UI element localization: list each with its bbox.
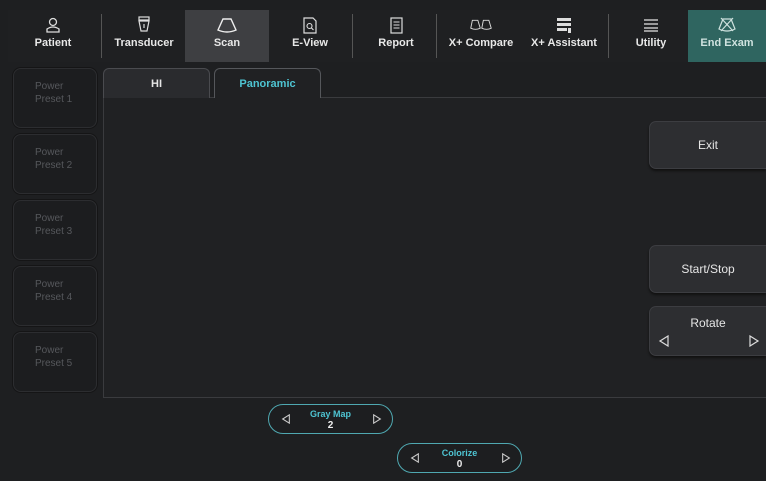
tab-label: Utility <box>635 37 667 49</box>
tab-label: E-View <box>292 37 328 49</box>
preset-line1: Power <box>35 81 64 92</box>
tab-label: Scan <box>213 37 241 49</box>
tab-label: X+ Assistant <box>531 37 597 49</box>
preset-line1: Power <box>35 345 64 356</box>
compare-icon <box>470 15 492 35</box>
gray-map-control[interactable]: Gray Map 2 <box>268 404 393 434</box>
rotate-control[interactable]: Rotate <box>649 306 766 356</box>
tab-panoramic[interactable]: Panoramic <box>214 68 321 98</box>
power-preset-2-button[interactable]: Power Preset 2 <box>13 134 97 194</box>
transducer-icon <box>133 15 155 35</box>
tab-label: Patient <box>34 37 72 49</box>
power-preset-3-button[interactable]: Power Preset 3 <box>13 200 97 260</box>
tab-label: End Exam <box>700 37 754 49</box>
preset-line2: Preset 2 <box>35 160 73 171</box>
tab-transducer[interactable]: Transducer <box>108 10 180 62</box>
tab-hi[interactable]: HI <box>103 68 210 98</box>
rotate-right-arrow-icon[interactable] <box>748 335 760 347</box>
colorize-control[interactable]: Colorize 0 <box>397 443 522 473</box>
tab-label: Transducer <box>114 37 174 49</box>
end-exam-button[interactable]: End Exam <box>688 10 766 62</box>
eview-icon <box>299 15 321 35</box>
start-stop-label: Start/Stop <box>681 262 735 276</box>
scan-icon <box>216 15 238 35</box>
preset-line1: Power <box>35 213 64 224</box>
rotate-label: Rotate <box>690 316 726 330</box>
colorize-increase-icon[interactable] <box>501 453 511 463</box>
preset-line2: Preset 4 <box>35 292 73 303</box>
exit-label: Exit <box>697 138 718 152</box>
tab-report[interactable]: Report <box>360 10 432 62</box>
report-icon <box>385 15 407 35</box>
gray-map-increase-icon[interactable] <box>372 414 382 424</box>
tab-label: Report <box>378 37 414 49</box>
start-stop-button[interactable]: Start/Stop <box>649 245 766 293</box>
tab-patient[interactable]: Patient <box>18 10 88 62</box>
patient-icon <box>42 15 64 35</box>
tab-eview[interactable]: E-View <box>274 10 346 62</box>
preset-line1: Power <box>35 279 64 290</box>
exit-button[interactable]: Exit <box>649 121 766 169</box>
power-preset-1-button[interactable]: Power Preset 1 <box>13 68 97 128</box>
power-preset-4-button[interactable]: Power Preset 4 <box>13 266 97 326</box>
rotate-left-arrow-icon[interactable] <box>658 335 670 347</box>
tab-x-compare[interactable]: X+ Compare <box>441 10 521 62</box>
assistant-icon <box>553 15 575 35</box>
utility-icon <box>640 15 662 35</box>
tab-label: X+ Compare <box>448 37 514 49</box>
end-exam-icon <box>716 15 738 35</box>
preset-line2: Preset 5 <box>35 358 73 369</box>
preset-line1: Power <box>35 147 64 158</box>
preset-line2: Preset 3 <box>35 226 73 237</box>
tab-x-assistant[interactable]: X+ Assistant <box>523 10 605 62</box>
tab-scan[interactable]: Scan <box>185 10 269 62</box>
top-navigation-bar: Patient Transducer Scan E-View Report X+… <box>8 10 766 62</box>
power-preset-5-button[interactable]: Power Preset 5 <box>13 332 97 392</box>
tab-utility[interactable]: Utility <box>616 10 686 62</box>
preset-line2: Preset 1 <box>35 94 73 105</box>
